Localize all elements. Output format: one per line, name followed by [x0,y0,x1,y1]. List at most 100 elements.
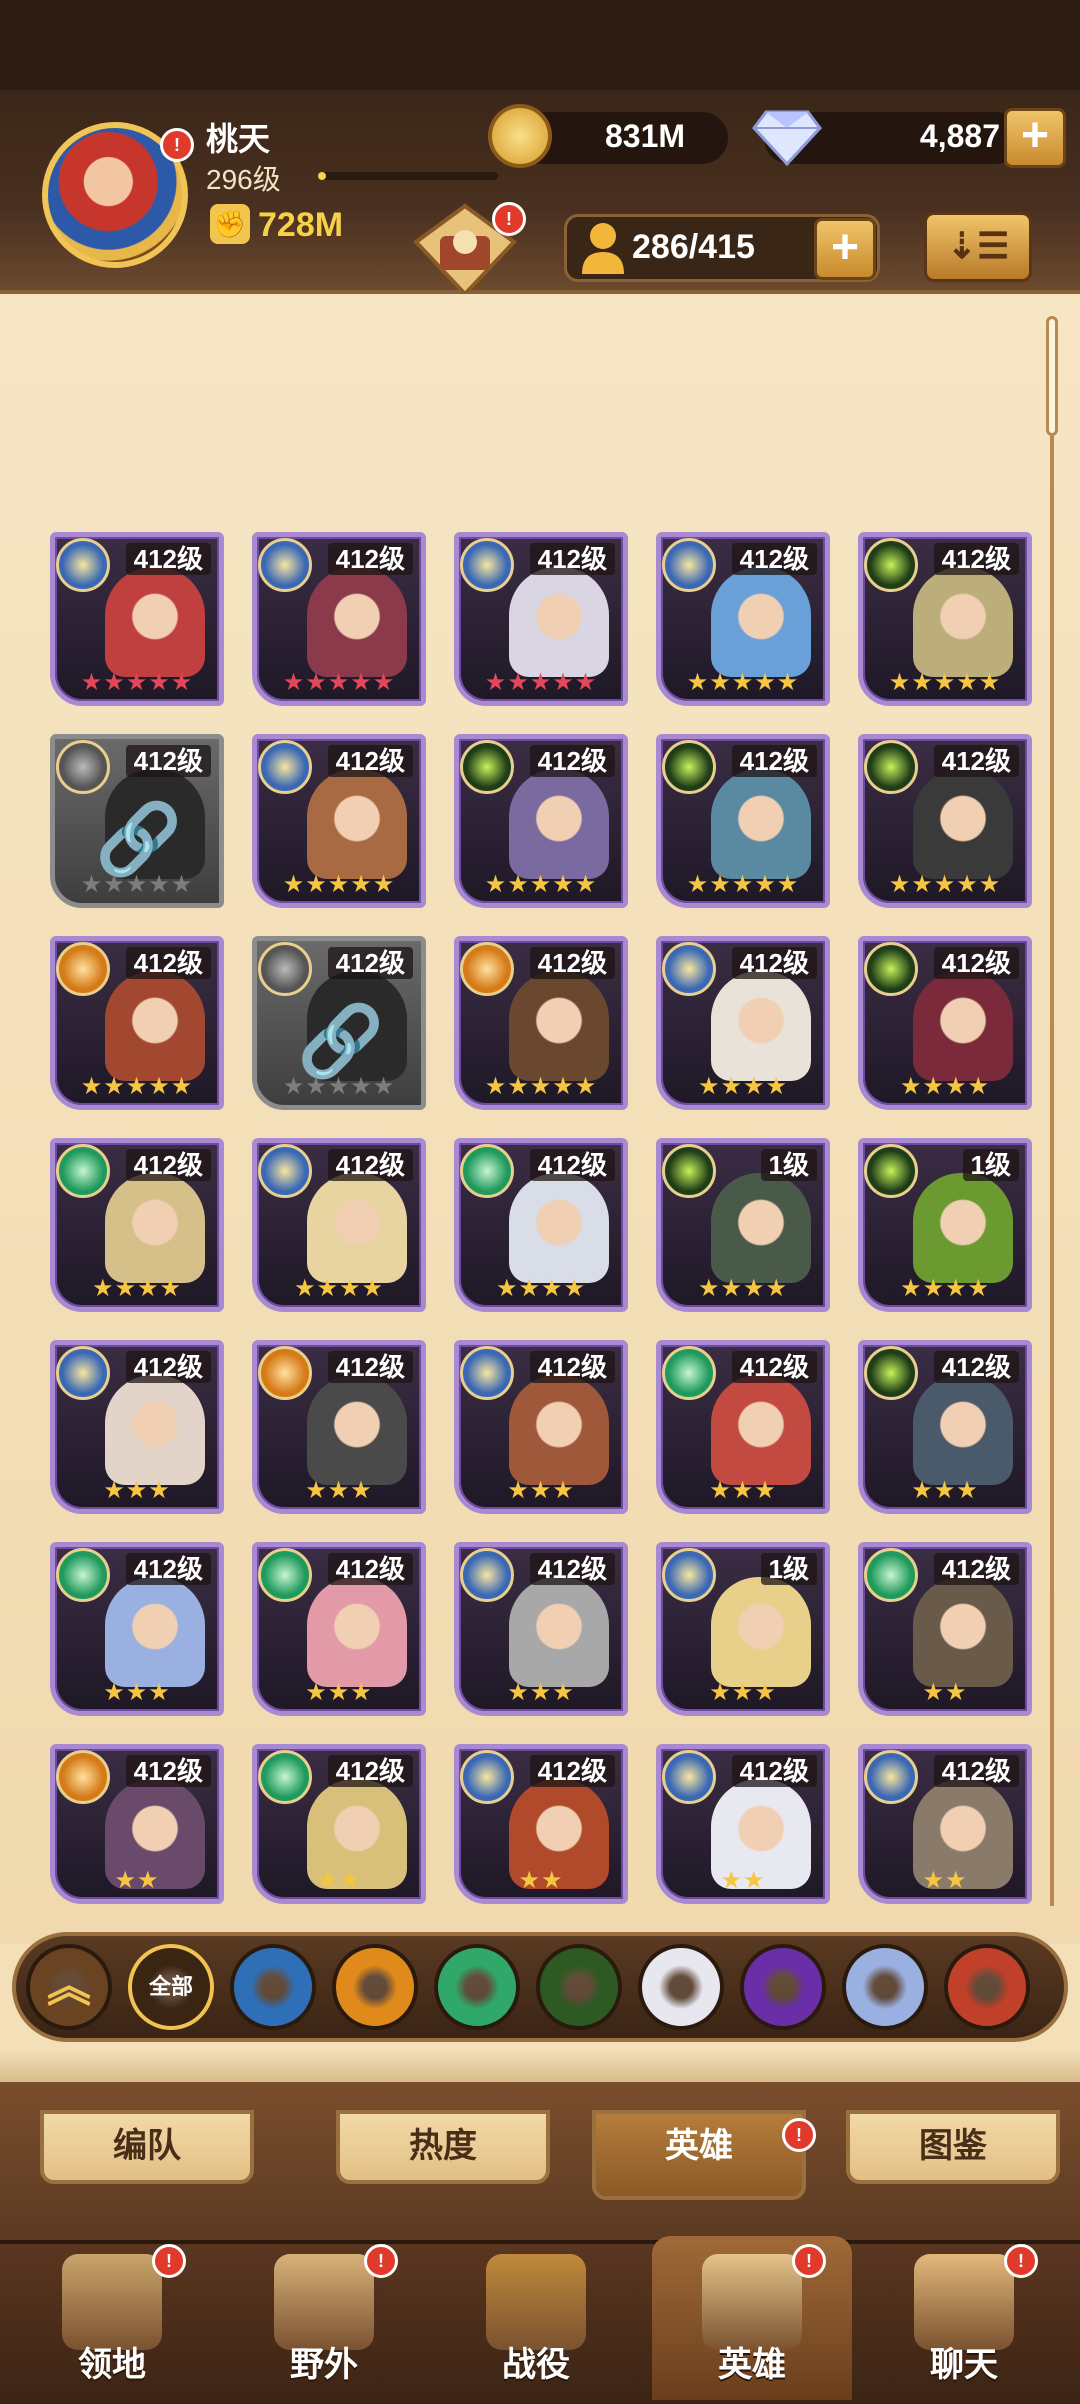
hero-stars: ★★★ [709,1679,777,1706]
hero-level: 1级 [760,1553,817,1585]
tab-collection[interactable]: 图鉴 [846,2110,1060,2184]
filter-lightbearer-button[interactable] [230,1944,316,2030]
hero-stars: ★★★★★ [80,669,194,696]
hero-stars: ★★★★★ [484,871,598,898]
lightbearer-faction-icon [662,538,716,592]
chevron-up-icon: ︽ [47,1962,91,2011]
chain-link-icon: 🔗 [95,800,183,878]
hero-level: 412级 [529,745,615,777]
hero-portrait [105,1173,205,1283]
nav-battle-sword[interactable]: 战役 [436,2236,636,2400]
graveborn-faction-icon [864,538,918,592]
hero-portrait [509,567,609,677]
hero-portrait [509,1173,609,1283]
hero-level: 412级 [529,1149,615,1181]
hero-stars: ★★★★ [293,1275,385,1302]
hero-portrait [307,769,407,879]
filter-wilder-button[interactable] [434,1944,520,2030]
lightbearer-faction-icon [662,942,716,996]
graveborn-faction-icon [864,1144,918,1198]
nav-scroll-map[interactable]: 野外! [224,2236,424,2400]
lightbearer-faction-icon [258,740,312,794]
hero-stars: ★★★★★ [80,871,194,898]
hero-stars: ★★★★★ [686,871,800,898]
status-bar [0,0,1080,90]
nav-alert-badge: ! [792,2244,826,2278]
maulers-faction-icon [56,1750,110,1804]
hero-level: 412级 [933,543,1019,575]
sort-button[interactable]: ⇣☰ [924,212,1032,282]
tab-heroes[interactable]: 英雄 [592,2110,806,2200]
wilder-faction-icon [662,1346,716,1400]
hero-stars: ★★★★★ [888,871,1002,898]
filter-maulers-button[interactable] [332,1944,418,2030]
hero-portrait [913,971,1013,1081]
hero-level: 412级 [529,1351,615,1383]
hero-level: 412级 [529,947,615,979]
hero-stars: ★★★ [103,1477,171,1504]
filter-all-button[interactable]: 全部 [128,1944,214,2030]
hero-level: 412级 [933,1755,1019,1787]
hero-level: 412级 [327,1351,413,1383]
lightbearer-faction-icon [460,1346,514,1400]
lightbearer-faction-icon [56,740,110,794]
hero-stars: ★★★★★ [484,669,598,696]
wilder-faction-icon [258,1548,312,1602]
diamond-icon [752,110,822,166]
add-hero-slots-button[interactable]: + [814,218,876,280]
hero-level: 412级 [125,543,211,575]
maulers-faction-icon [56,942,110,996]
hero-level: 412级 [731,543,817,575]
hero-stars: ★★ [518,1867,564,1894]
wilder-faction-icon [56,1548,110,1602]
filter-celestial-button[interactable] [638,1944,724,2030]
hero-level: 412级 [731,947,817,979]
sort-icon: ⇣☰ [946,225,1010,266]
filter-draconis-button[interactable] [944,1944,1030,2030]
tab-popularity[interactable]: 热度 [336,2110,550,2184]
hero-level: 412级 [327,1149,413,1181]
nav-castle[interactable]: 领地! [12,2236,212,2400]
hero-stars: ★★★ [911,1477,979,1504]
heroes-tab-alert-badge: ! [782,2118,816,2152]
hero-portrait [509,1577,609,1687]
lightbearer-faction-icon [460,538,514,592]
tab-formation[interactable]: 编队 [40,2110,254,2184]
lightbearer-faction-icon [56,538,110,592]
graveborn-faction-icon [460,740,514,794]
hero-portrait [711,1173,811,1283]
hero-portrait [711,971,811,1081]
hero-stars: ★★ [720,1867,766,1894]
person-icon [582,223,624,274]
avatar-alert-badge: ! [160,128,194,162]
battle-sword-icon [486,2254,586,2350]
graveborn-faction-icon [864,1346,918,1400]
hero-stars: ★★★★★ [282,669,396,696]
hero-stars: ★★★★★ [686,669,800,696]
nav-label: 聊天 [930,2346,998,2384]
hero-level: 412级 [327,1553,413,1585]
filter-collapse-button[interactable]: ︽ [26,1944,112,2030]
hero-stars: ★★★ [507,1679,575,1706]
hero-stars: ★★ [922,1867,968,1894]
hero-stars: ★★★★★ [282,871,396,898]
hero-level: 1级 [760,1149,817,1181]
filter-dimensional-button[interactable] [842,1944,928,2030]
scrollbar-thumb[interactable] [1046,316,1058,436]
hero-portrait [307,567,407,677]
hero-stars: ★★★ [507,1477,575,1504]
nav-hero-helmet[interactable]: 英雄! [652,2236,852,2400]
hero-level: 412级 [529,1553,615,1585]
lightbearer-faction-icon [460,1548,514,1602]
nav-label: 战役 [502,2346,570,2384]
nav-chat[interactable]: 聊天! [864,2236,1064,2400]
hero-portrait [105,971,205,1081]
buy-gems-button[interactable]: + [1004,108,1066,168]
gold-coin-icon [488,104,552,168]
hero-stars: ★★★★ [697,1073,789,1100]
hero-level: 412级 [125,1351,211,1383]
hero-stars: ★★★ [305,1477,373,1504]
hero-portrait [711,769,811,879]
filter-graveborn-button[interactable] [536,1944,622,2030]
filter-hypogean-button[interactable] [740,1944,826,2030]
